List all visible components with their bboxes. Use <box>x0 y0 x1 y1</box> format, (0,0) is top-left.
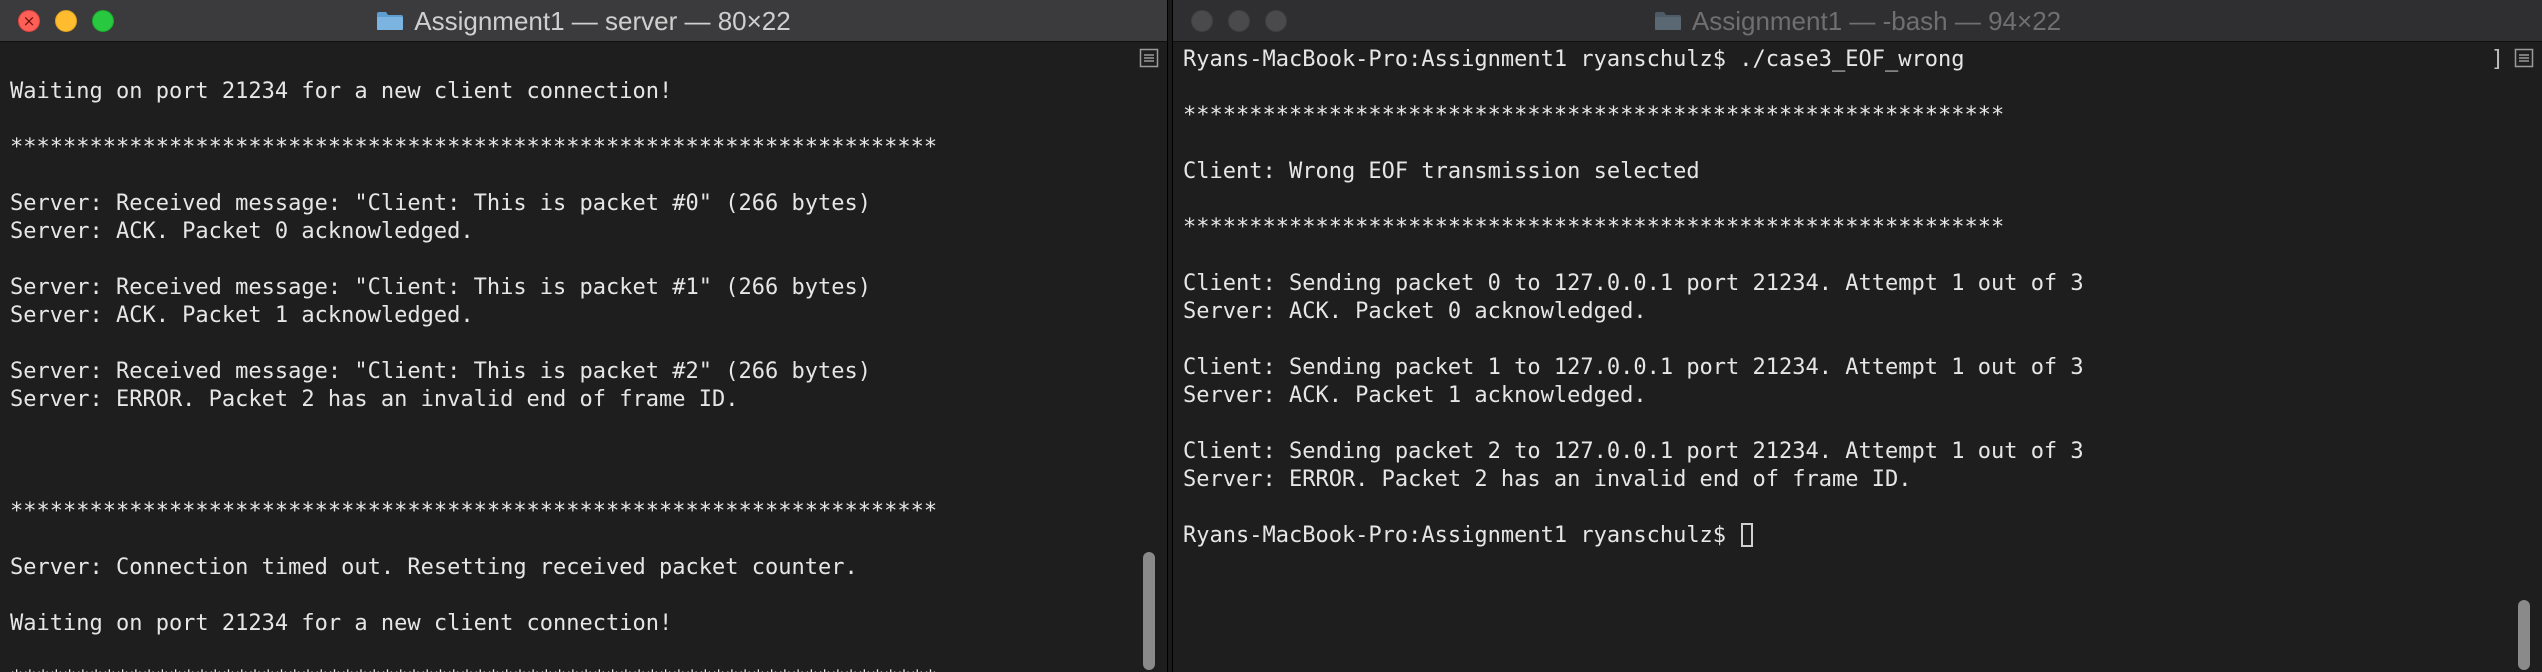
terminal-line: Client: Sending packet 1 to 127.0.0.1 po… <box>1183 354 2508 382</box>
server-scrollbar[interactable] <box>1133 42 1167 672</box>
terminal-line-text: Waiting on port 21234 for a new client c… <box>10 611 673 636</box>
terminal-line: Client: Wrong EOF transmission selected <box>1183 158 2508 186</box>
terminal-line-text: Server: Received message: "Client: This … <box>10 191 871 216</box>
terminal-line-text: Server: ACK. Packet 0 acknowledged. <box>1183 299 1647 324</box>
terminal-line: Ryans-MacBook-Pro:Assignment1 ryanschulz… <box>1183 522 2508 550</box>
terminal-line-text: ****************************************… <box>1183 103 2005 128</box>
server-scroll-thumb[interactable] <box>1143 552 1155 670</box>
terminal-line: Server: Received message: "Client: This … <box>10 358 1133 386</box>
bash-terminal-output[interactable]: Ryans-MacBook-Pro:Assignment1 ryanschulz… <box>1173 42 2508 672</box>
terminal-line-text: Ryans-MacBook-Pro:Assignment1 ryanschulz… <box>1183 47 1965 72</box>
terminal-line-text: Client: Sending packet 0 to 127.0.0.1 po… <box>1183 271 2084 296</box>
bash-terminal-window[interactable]: Assignment1 — -bash — 94×22 Ryans-MacBoo… <box>1172 0 2542 672</box>
terminal-line-text: Client: Sending packet 1 to 127.0.0.1 po… <box>1183 355 2084 380</box>
terminal-line: Server: ACK. Packet 0 acknowledged. <box>10 218 1133 246</box>
folder-icon <box>1654 11 1682 31</box>
folder-icon <box>376 11 404 31</box>
bash-scroll-thumb[interactable] <box>2518 600 2530 670</box>
split-pane-icon[interactable] <box>2514 48 2534 68</box>
terminal-line: Client: Sending packet 0 to 127.0.0.1 po… <box>1183 270 2508 298</box>
bash-scrollbar[interactable] <box>2508 42 2542 672</box>
terminal-line: Client: Sending packet 2 to 127.0.0.1 po… <box>1183 438 2508 466</box>
terminal-line: Server: ERROR. Packet 2 has an invalid e… <box>10 386 1133 414</box>
terminal-line-text: Client: Wrong EOF transmission selected <box>1183 159 1700 184</box>
terminal-line: Server: Received message: "Client: This … <box>10 190 1133 218</box>
terminal-line: ****************************************… <box>10 498 1133 526</box>
bash-window-title-text: Assignment1 — -bash — 94×22 <box>1691 5 2062 36</box>
server-window-title-text: Assignment1 — server — 80×22 <box>414 5 791 36</box>
text-cursor <box>1741 523 1754 547</box>
terminal-line-text: Waiting on port 21234 for a new client c… <box>10 79 673 104</box>
terminal-line: Server: ACK. Packet 1 acknowledged. <box>10 302 1133 330</box>
terminal-line-text: Server: Received message: "Client: This … <box>10 359 871 384</box>
terminal-line: Waiting on port 21234 for a new client c… <box>10 610 1133 638</box>
terminal-line-text: Server: Received message: "Client: This … <box>10 275 871 300</box>
server-terminal-output[interactable]: Waiting on port 21234 for a new client c… <box>0 42 1133 672</box>
terminal-line-text: ****************************************… <box>10 499 938 524</box>
terminal-line: Ryans-MacBook-Pro:Assignment1 ryanschulz… <box>1183 46 2508 74</box>
terminal-line: ****************************************… <box>10 666 1133 672</box>
terminal-line-text: Server: Connection timed out. Resetting … <box>10 555 858 580</box>
terminal-line-text: Server: ACK. Packet 0 acknowledged. <box>10 219 474 244</box>
terminal-line-text: ****************************************… <box>10 667 937 672</box>
terminal-line: Server: ACK. Packet 0 acknowledged. <box>1183 298 2508 326</box>
bash-window-titlebar[interactable]: Assignment1 — -bash — 94×22 <box>1173 0 2542 42</box>
terminal-line: Server: ACK. Packet 1 acknowledged. <box>1183 382 2508 410</box>
server-window-titlebar[interactable]: × Assignment1 — server — 80×22 <box>0 0 1167 42</box>
terminal-line: Server: Connection timed out. Resetting … <box>10 554 1133 582</box>
terminal-line-text: ****************************************… <box>10 135 938 160</box>
split-pane-icon[interactable] <box>1139 48 1159 68</box>
terminal-line-text: ****************************************… <box>1183 215 2005 240</box>
terminal-line-text: Server: ERROR. Packet 2 has an invalid e… <box>10 387 739 412</box>
terminal-line: Waiting on port 21234 for a new client c… <box>10 78 1133 106</box>
terminal-line-text: Server: ERROR. Packet 2 has an invalid e… <box>1183 467 1912 492</box>
terminal-line-text: Server: ACK. Packet 1 acknowledged. <box>10 303 474 328</box>
terminal-line: Server: ERROR. Packet 2 has an invalid e… <box>1183 466 2508 494</box>
terminal-line-text: Server: ACK. Packet 1 acknowledged. <box>1183 383 1647 408</box>
terminal-line: ****************************************… <box>1183 102 2508 130</box>
bash-window-title: Assignment1 — -bash — 94×22 <box>1173 0 2542 42</box>
terminal-line: Server: Received message: "Client: This … <box>10 274 1133 302</box>
terminal-line-text: Ryans-MacBook-Pro:Assignment1 ryanschulz… <box>1183 523 1740 548</box>
terminal-line-text: Client: Sending packet 2 to 127.0.0.1 po… <box>1183 439 2084 464</box>
line-marker: ] <box>2490 47 2504 72</box>
server-terminal-window[interactable]: × Assignment1 — server — 80×22 Waiting o… <box>0 0 1168 672</box>
server-window-title: Assignment1 — server — 80×22 <box>0 0 1167 42</box>
terminal-line: ****************************************… <box>1183 214 2508 242</box>
terminal-line: ****************************************… <box>10 134 1133 162</box>
